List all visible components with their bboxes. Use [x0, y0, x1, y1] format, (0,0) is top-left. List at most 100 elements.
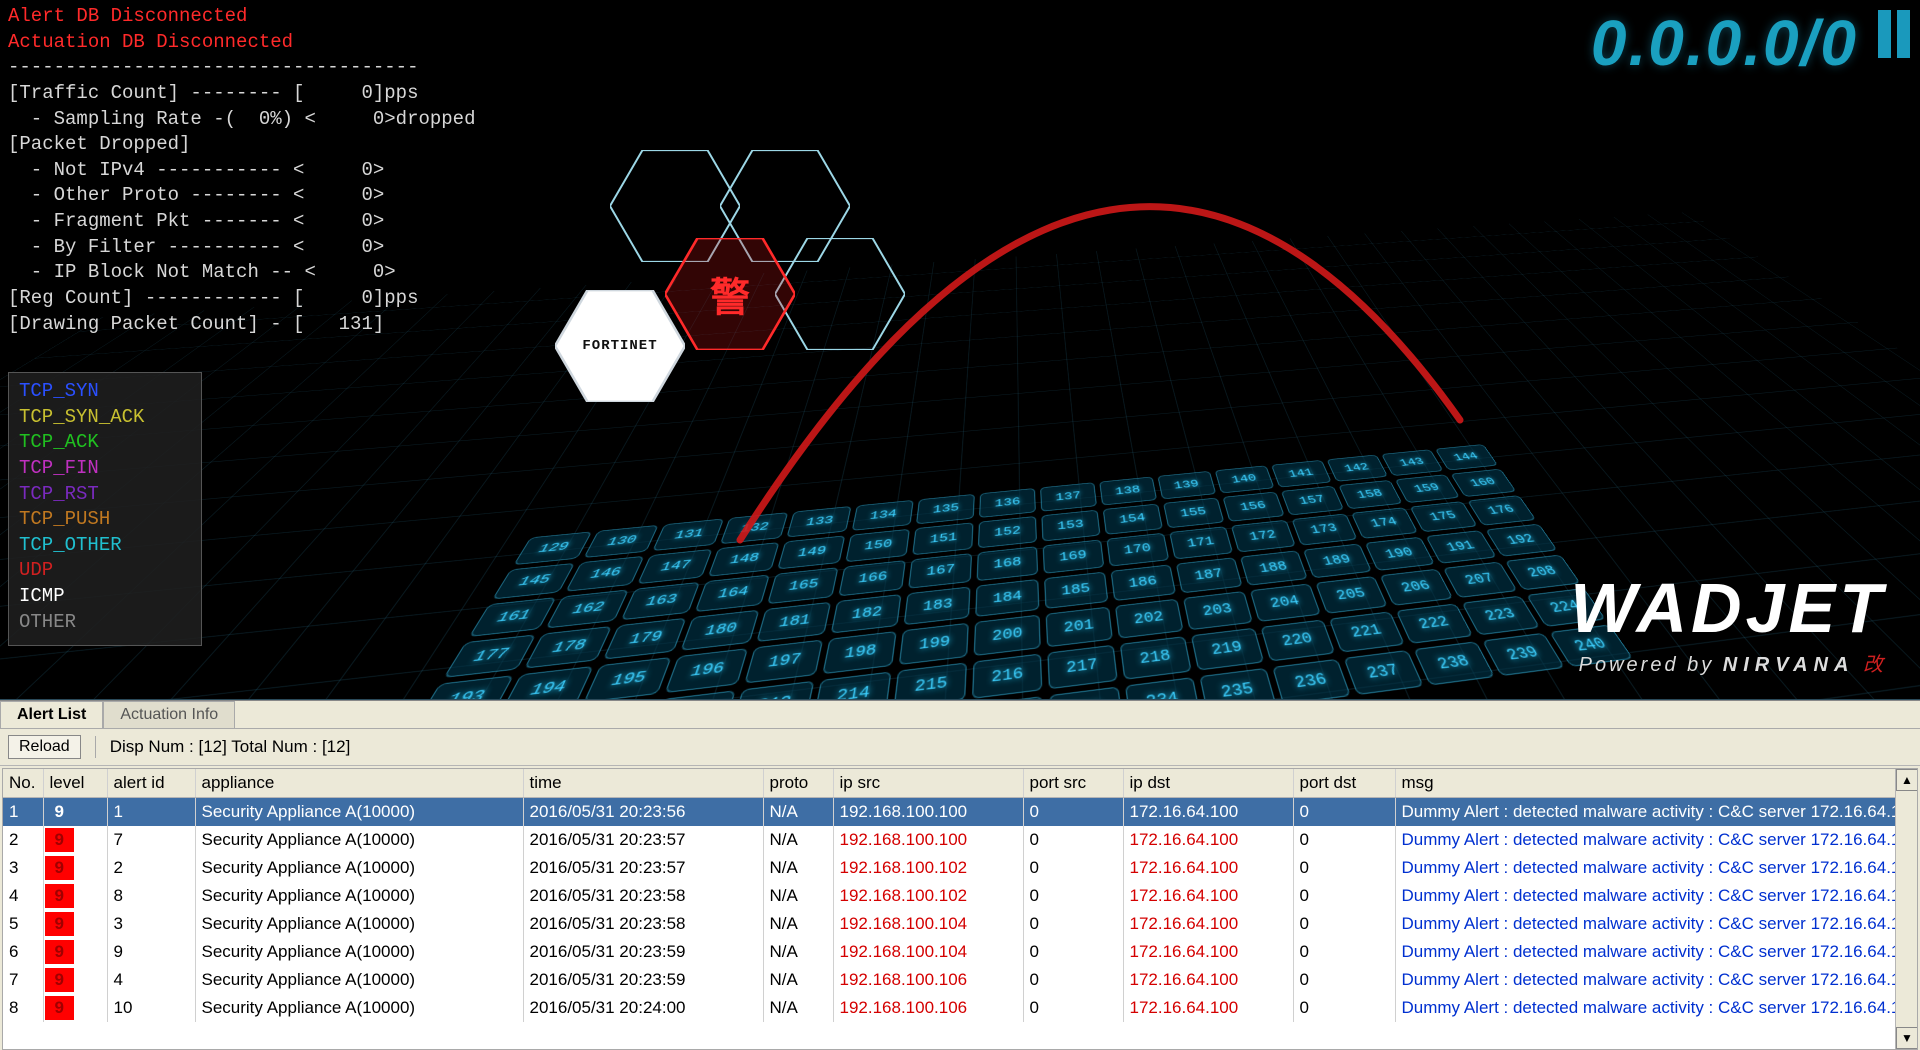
- ip-tile[interactable]: 204: [1250, 584, 1321, 622]
- ip-tile[interactable]: 177: [444, 635, 537, 678]
- ip-tile[interactable]: 193: [416, 676, 514, 700]
- col-header[interactable]: appliance: [195, 769, 523, 798]
- ip-tile[interactable]: 155: [1163, 498, 1224, 529]
- ip-tile[interactable]: 221: [1329, 612, 1405, 653]
- ip-tile[interactable]: 192: [1485, 524, 1557, 557]
- col-header[interactable]: level: [43, 769, 107, 798]
- ip-tile[interactable]: 153: [1041, 510, 1100, 542]
- ip-tile[interactable]: 220: [1260, 620, 1335, 662]
- ip-tile[interactable]: 163: [621, 582, 700, 620]
- ip-tile[interactable]: 162: [546, 590, 629, 629]
- ip-tile[interactable]: 191: [1426, 531, 1497, 564]
- tab-alert-list[interactable]: Alert List: [0, 701, 103, 728]
- table-row[interactable]: 498Security Appliance A(10000)2016/05/31…: [3, 882, 1917, 910]
- ip-tile[interactable]: 200: [974, 615, 1041, 656]
- ip-tile[interactable]: 144: [1435, 445, 1498, 471]
- scroll-up-icon[interactable]: ▲: [1896, 769, 1918, 791]
- ip-tile[interactable]: 168: [977, 547, 1038, 582]
- ip-tile[interactable]: 186: [1111, 565, 1177, 602]
- ip-tile[interactable]: 202: [1115, 599, 1184, 639]
- ip-tile[interactable]: 138: [1099, 477, 1157, 506]
- ip-tile[interactable]: 151: [912, 523, 973, 556]
- ip-tile[interactable]: 158: [1338, 480, 1402, 509]
- ip-tile[interactable]: 239: [1482, 633, 1565, 676]
- ip-tile[interactable]: 238: [1413, 642, 1495, 686]
- ip-tile[interactable]: 173: [1291, 514, 1357, 546]
- ip-tile[interactable]: 133: [786, 506, 851, 537]
- reload-button[interactable]: Reload: [8, 735, 81, 759]
- ip-tile[interactable]: 183: [904, 587, 971, 626]
- ip-tile[interactable]: 137: [1040, 483, 1097, 512]
- ip-tile[interactable]: 131: [652, 519, 724, 551]
- ip-tile[interactable]: 145: [492, 563, 575, 599]
- ip-tile[interactable]: 195: [583, 658, 671, 700]
- col-header[interactable]: ip src: [833, 769, 1023, 798]
- ip-tile[interactable]: 139: [1157, 471, 1216, 499]
- table-row[interactable]: 794Security Appliance A(10000)2016/05/31…: [3, 966, 1917, 994]
- ip-tile[interactable]: 181: [756, 602, 831, 642]
- ip-tile[interactable]: 235: [1199, 668, 1276, 700]
- col-header[interactable]: msg: [1395, 769, 1917, 798]
- ip-tile[interactable]: 182: [831, 595, 902, 634]
- ip-tile[interactable]: 179: [603, 618, 686, 660]
- ip-tile[interactable]: 234: [1125, 678, 1201, 700]
- ip-tile[interactable]: 213: [731, 681, 814, 700]
- ip-tile[interactable]: 146: [565, 556, 644, 592]
- ip-tile[interactable]: 215: [893, 663, 966, 700]
- ip-tile[interactable]: 219: [1191, 628, 1264, 671]
- ip-tile[interactable]: 196: [665, 649, 748, 694]
- ip-tile[interactable]: 222: [1396, 604, 1473, 644]
- ip-tile[interactable]: 150: [845, 529, 910, 562]
- ip-tile[interactable]: 160: [1451, 469, 1517, 497]
- ip-tile[interactable]: 167: [908, 554, 972, 590]
- ip-tile[interactable]: 147: [637, 549, 712, 584]
- ip-tile[interactable]: 140: [1215, 466, 1275, 494]
- ip-tile[interactable]: 164: [695, 575, 770, 613]
- ip-tile[interactable]: 198: [822, 632, 896, 675]
- col-header[interactable]: time: [523, 769, 763, 798]
- col-header[interactable]: port src: [1023, 769, 1123, 798]
- ip-tile[interactable]: 174: [1351, 508, 1418, 539]
- ip-tile[interactable]: 203: [1183, 592, 1253, 631]
- ip-tile[interactable]: 188: [1240, 551, 1308, 586]
- ip-tile[interactable]: 159: [1395, 475, 1460, 504]
- col-header[interactable]: No.: [3, 769, 43, 798]
- ip-tile[interactable]: 134: [852, 500, 914, 531]
- ip-tile[interactable]: 154: [1103, 504, 1163, 535]
- table-row[interactable]: 593Security Appliance A(10000)2016/05/31…: [3, 910, 1917, 938]
- col-header[interactable]: alert id: [107, 769, 195, 798]
- table-row[interactable]: 297Security Appliance A(10000)2016/05/31…: [3, 826, 1917, 854]
- ip-tile[interactable]: 217: [1047, 645, 1117, 689]
- col-header[interactable]: proto: [763, 769, 833, 798]
- table-row[interactable]: 8910Security Appliance A(10000)2016/05/3…: [3, 994, 1917, 1022]
- ip-tile[interactable]: 135: [916, 494, 975, 524]
- ip-tile[interactable]: 170: [1107, 533, 1170, 567]
- ip-tile[interactable]: 237: [1344, 651, 1424, 696]
- ip-tile[interactable]: 201: [1046, 607, 1113, 648]
- ip-tile[interactable]: 148: [708, 543, 779, 578]
- ip-tile[interactable]: 130: [584, 525, 659, 558]
- ip-tile[interactable]: 184: [975, 579, 1039, 617]
- ip-tile[interactable]: 206: [1380, 569, 1454, 606]
- ip-tile[interactable]: 199: [899, 623, 969, 665]
- vertical-scrollbar[interactable]: ▲ ▼: [1895, 769, 1917, 1049]
- ip-tile[interactable]: 143: [1381, 450, 1443, 477]
- ip-tile[interactable]: 166: [838, 561, 905, 597]
- ip-tile[interactable]: 190: [1365, 537, 1435, 571]
- ip-tile[interactable]: 207: [1443, 562, 1518, 598]
- ip-tile[interactable]: 171: [1169, 527, 1233, 560]
- ip-tile[interactable]: 142: [1327, 455, 1388, 482]
- ip-tile[interactable]: 169: [1043, 540, 1105, 574]
- ip-tile[interactable]: 205: [1315, 577, 1387, 615]
- ip-tile[interactable]: 212: [647, 691, 735, 700]
- table-row[interactable]: 699Security Appliance A(10000)2016/05/31…: [3, 938, 1917, 966]
- ip-tile[interactable]: 161: [469, 598, 556, 638]
- network-visualization[interactable]: 1291301311321331341351361371381391401411…: [0, 0, 1920, 700]
- ip-tile[interactable]: 149: [777, 536, 845, 570]
- ip-tile[interactable]: 214: [813, 672, 891, 700]
- ip-tile[interactable]: 175: [1410, 502, 1478, 533]
- ip-tile[interactable]: 208: [1505, 555, 1581, 591]
- ip-tile[interactable]: 129: [513, 532, 592, 566]
- col-header[interactable]: port dst: [1293, 769, 1395, 798]
- ip-tile[interactable]: 165: [767, 568, 838, 605]
